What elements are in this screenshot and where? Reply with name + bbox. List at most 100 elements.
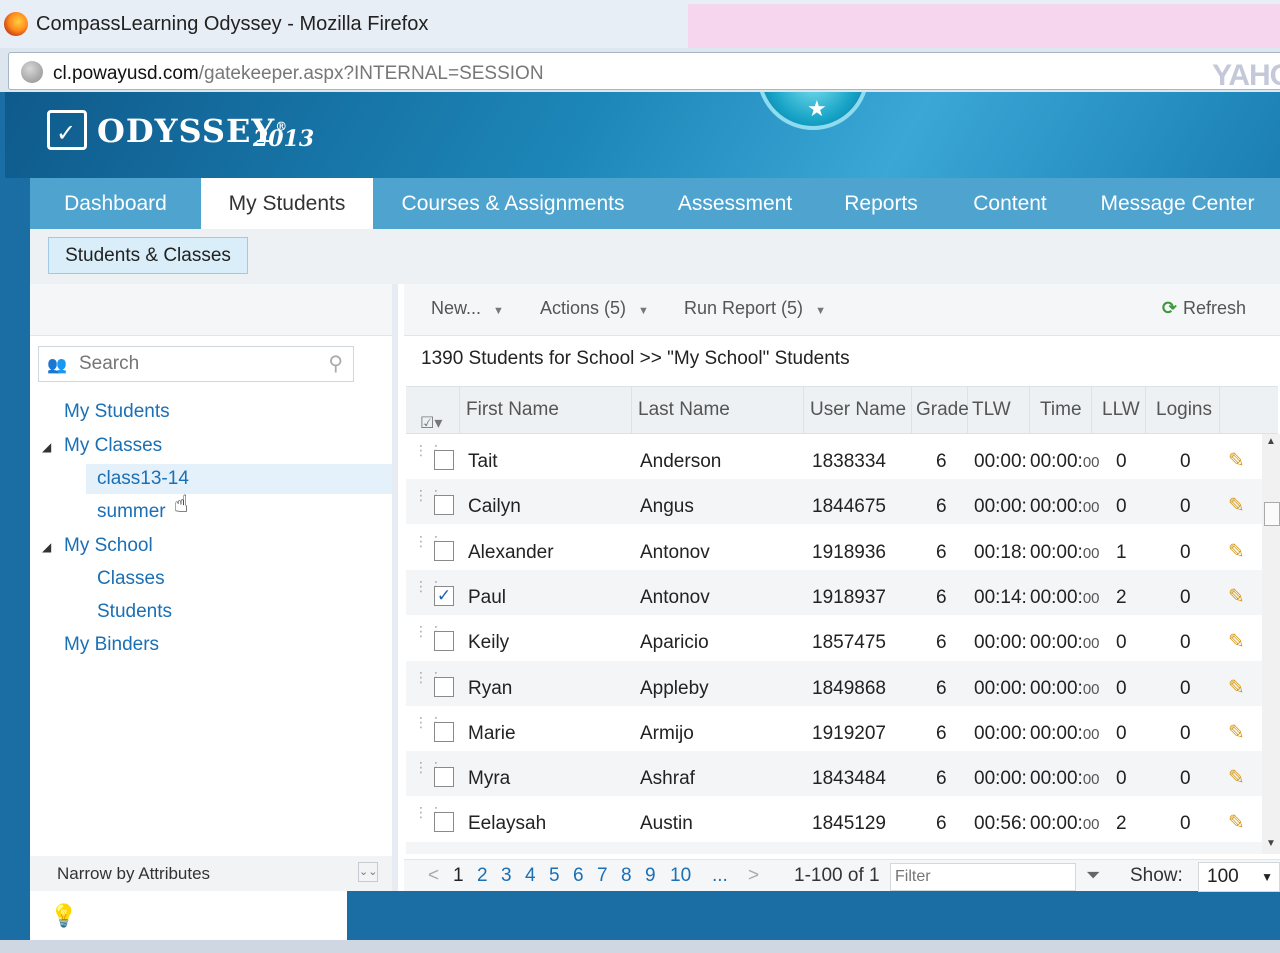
row-checkbox[interactable] bbox=[434, 767, 454, 787]
row-checkbox[interactable] bbox=[434, 495, 454, 515]
cell-first-name[interactable]: Myra bbox=[468, 751, 510, 796]
next-page-button[interactable]: > bbox=[748, 865, 759, 887]
tab-assessment[interactable]: Assessment bbox=[653, 178, 817, 229]
column-user-name[interactable]: User Name bbox=[804, 387, 912, 433]
edit-pencil-icon[interactable]: ✎ bbox=[1228, 675, 1245, 700]
narrow-by-attributes-panel[interactable]: Narrow by Attributes ⌄⌄ bbox=[30, 856, 392, 891]
cell-first-name[interactable]: Eelaysah bbox=[468, 796, 546, 841]
tree-my-binders[interactable]: My Binders bbox=[64, 634, 159, 656]
table-row[interactable]: ⋮⋮ Tait Anderson 1838334 6 00:00: 00:00:00 0 0 ✎ bbox=[406, 434, 1262, 479]
edit-pencil-icon[interactable]: ✎ bbox=[1228, 810, 1245, 835]
search-input[interactable] bbox=[77, 351, 315, 377]
url-text[interactable]: cl.powayusd.com/gatekeeper.aspx?INTERNAL… bbox=[53, 63, 544, 85]
new-menu-button[interactable]: New... ▼ bbox=[431, 298, 504, 319]
row-checkbox[interactable] bbox=[434, 677, 454, 697]
scroll-down-icon[interactable]: ▼ bbox=[1266, 838, 1276, 849]
page-4-link[interactable]: 4 bbox=[525, 865, 536, 887]
table-row[interactable]: ⋮⋮ Cailyn Angus 1844675 6 00:00: 00:00:00 0 0 ✎ bbox=[406, 479, 1262, 524]
table-row[interactable]: ⋮⋮ Marie Armijo 1919207 6 00:00: 00:00:00 0 0 ✎ bbox=[406, 706, 1262, 751]
column-llw[interactable]: LLW bbox=[1092, 387, 1146, 433]
tab-message-center[interactable]: Message Center bbox=[1075, 178, 1280, 229]
expand-triangle-icon[interactable]: ◢ bbox=[42, 440, 51, 454]
prev-page-button[interactable]: < bbox=[428, 865, 439, 887]
expand-triangle-icon[interactable]: ◢ bbox=[42, 540, 51, 554]
table-row[interactable]: ⋮⋮ Eelaysah Austin 1845129 6 00:56: 00:00:00 2 0… bbox=[406, 796, 1262, 841]
tab-content[interactable]: Content bbox=[945, 178, 1075, 229]
page-5-link[interactable]: 5 bbox=[549, 865, 560, 887]
cell-first-name[interactable]: Cailyn bbox=[468, 479, 521, 524]
row-checkbox[interactable] bbox=[434, 541, 454, 561]
cell-first-name[interactable]: Paul bbox=[468, 570, 506, 615]
page-size-select[interactable]: 100 ▼ bbox=[1198, 862, 1280, 892]
subtab-students-classes[interactable]: Students & Classes bbox=[48, 237, 248, 274]
row-checkbox[interactable] bbox=[434, 812, 454, 832]
drag-handle-icon[interactable]: ⋮⋮ bbox=[414, 488, 443, 502]
table-row[interactable]: ⋮⋮ Myra Ashraf 1843484 6 00:00: 00:00:00 0 0 ✎ bbox=[406, 751, 1262, 796]
tree-school-students[interactable]: Students bbox=[97, 601, 172, 623]
tree-summer[interactable]: summer bbox=[97, 501, 166, 523]
tab-reports[interactable]: Reports bbox=[817, 178, 945, 229]
tab-my-students[interactable]: My Students bbox=[201, 178, 373, 229]
edit-pencil-icon[interactable]: ✎ bbox=[1228, 448, 1245, 473]
chevron-down-icon[interactable]: ⌄⌄ bbox=[358, 862, 378, 882]
edit-pencil-icon[interactable]: ✎ bbox=[1228, 629, 1245, 654]
url-field[interactable]: cl.powayusd.com/gatekeeper.aspx?INTERNAL… bbox=[8, 52, 1280, 93]
tree-my-students[interactable]: My Students bbox=[64, 401, 170, 423]
drag-handle-icon[interactable]: ⋮⋮ bbox=[414, 624, 443, 638]
cell-first-name[interactable]: Ryan bbox=[468, 661, 512, 706]
drag-handle-icon[interactable]: ⋮⋮ bbox=[414, 715, 443, 729]
edit-pencil-icon[interactable]: ✎ bbox=[1228, 493, 1245, 518]
column-grade[interactable]: Grade bbox=[912, 387, 969, 433]
filter-funnel-icon[interactable]: ⏷ bbox=[1086, 865, 1100, 886]
page-6-link[interactable]: 6 bbox=[573, 865, 584, 887]
table-row[interactable]: ⋮⋮ Alexander Antonov 1918936 6 00:18: 00:00:00… bbox=[406, 525, 1262, 570]
edit-pencil-icon[interactable]: ✎ bbox=[1228, 539, 1245, 564]
column-last-name[interactable]: Last Name bbox=[632, 387, 804, 433]
column-logins[interactable]: Logins bbox=[1146, 387, 1220, 433]
drag-handle-icon[interactable]: ⋮⋮ bbox=[414, 805, 443, 819]
column-first-name[interactable]: First Name bbox=[460, 387, 632, 433]
table-row[interactable]: ⋮⋮ ✓ Paul Antonov 1918937 6 00:14: 00:00:00 2 0 ✎ bbox=[406, 570, 1262, 615]
scrollbar-thumb[interactable] bbox=[1264, 502, 1280, 526]
row-checkbox[interactable] bbox=[434, 722, 454, 742]
tree-class13-14[interactable]: class13-14 bbox=[97, 468, 189, 490]
page-1-link[interactable]: 1 bbox=[453, 865, 464, 887]
page-8-link[interactable]: 8 bbox=[621, 865, 632, 887]
table-row[interactable]: ⋮⋮ Keily Aparicio 1857475 6 00:00: 00:00:00 0 0 ✎ bbox=[406, 615, 1262, 660]
run-report-menu-button[interactable]: Run Report (5) ▼ bbox=[684, 298, 826, 319]
site-identity-icon[interactable] bbox=[21, 61, 43, 83]
refresh-button[interactable]: ⟳ Refresh bbox=[1162, 298, 1246, 319]
page-3-link[interactable]: 3 bbox=[501, 865, 512, 887]
row-checkbox[interactable] bbox=[434, 631, 454, 651]
edit-pencil-icon[interactable]: ✎ bbox=[1228, 720, 1245, 745]
drag-handle-icon[interactable]: ⋮⋮ bbox=[414, 579, 443, 593]
drag-handle-icon[interactable]: ⋮⋮ bbox=[414, 443, 443, 457]
tab-courses-assignments[interactable]: Courses & Assignments bbox=[373, 178, 653, 229]
actions-menu-button[interactable]: Actions (5) ▼ bbox=[540, 298, 649, 319]
page-7-link[interactable]: 7 bbox=[597, 865, 608, 887]
tree-my-classes[interactable]: My Classes bbox=[64, 435, 162, 457]
cell-first-name[interactable]: Marie bbox=[468, 706, 516, 751]
page-9-link[interactable]: 9 bbox=[645, 865, 656, 887]
table-row[interactable]: ⋮⋮ Ryan Appleby 1849868 6 00:00: 00:00:00 0 0 ✎ bbox=[406, 661, 1262, 706]
column-time[interactable]: Time bbox=[1030, 387, 1092, 433]
page-10-link[interactable]: 10 bbox=[670, 865, 691, 887]
search-engine-logo[interactable]: YAHO bbox=[1212, 59, 1280, 93]
cell-first-name[interactable]: Keily bbox=[468, 615, 509, 660]
sidebar-search[interactable]: 👥 ⚲ bbox=[38, 346, 354, 382]
drag-handle-icon[interactable]: ⋮⋮ bbox=[414, 534, 443, 548]
cell-first-name[interactable]: Tait bbox=[468, 434, 498, 479]
search-icon[interactable]: ⚲ bbox=[328, 351, 343, 376]
scroll-up-icon[interactable]: ▲ bbox=[1266, 436, 1276, 447]
page-2-link[interactable]: 2 bbox=[477, 865, 488, 887]
edit-pencil-icon[interactable]: ✎ bbox=[1228, 584, 1245, 609]
drag-handle-icon[interactable]: ⋮⋮ bbox=[414, 670, 443, 684]
edit-pencil-icon[interactable]: ✎ bbox=[1228, 765, 1245, 790]
filter-input[interactable] bbox=[890, 863, 1076, 891]
vertical-scrollbar[interactable]: ▲ ▼ bbox=[1262, 434, 1280, 854]
tree-school-classes[interactable]: Classes bbox=[97, 568, 165, 590]
row-checkbox[interactable]: ✓ bbox=[434, 586, 454, 606]
drag-handle-icon[interactable]: ⋮⋮ bbox=[414, 760, 443, 774]
cell-first-name[interactable]: Alexander bbox=[468, 525, 554, 570]
tab-dashboard[interactable]: Dashboard bbox=[30, 178, 201, 229]
